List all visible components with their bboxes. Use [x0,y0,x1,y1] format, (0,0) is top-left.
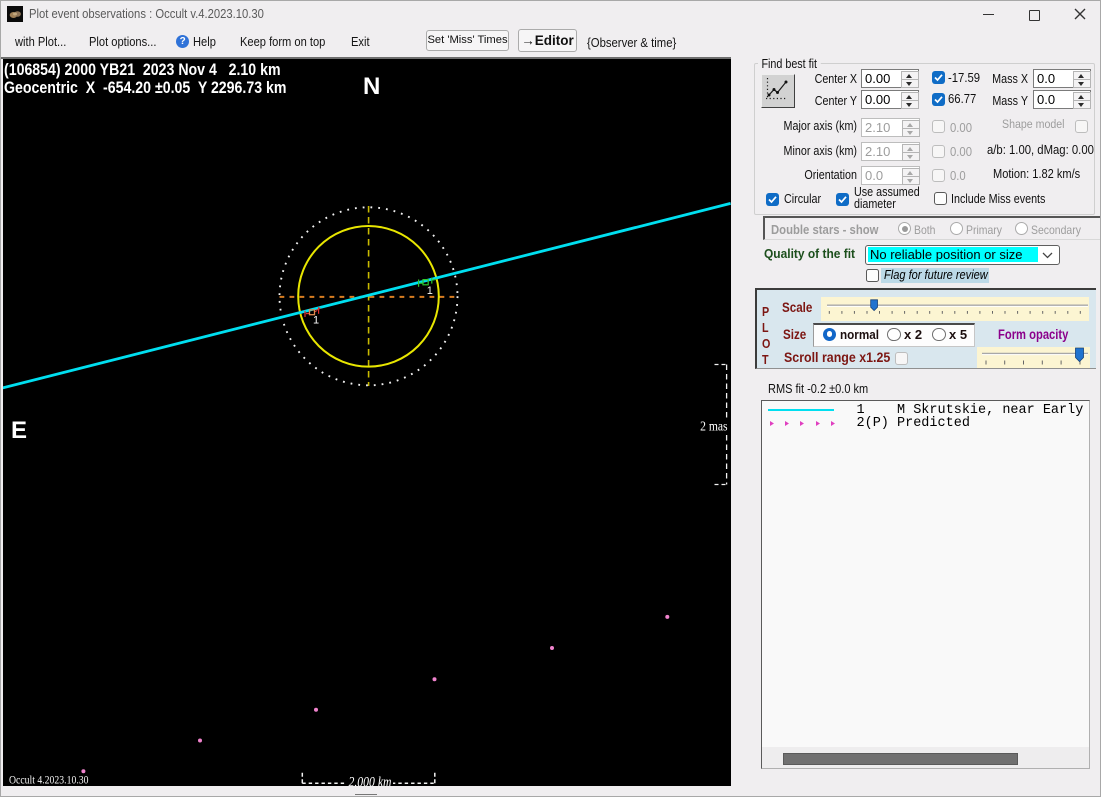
svg-text:1: 1 [313,314,319,326]
svg-text:1: 1 [427,285,433,297]
svg-text:Occult 4.2023.10.30: Occult 4.2023.10.30 [9,775,89,787]
svg-text:2 mas: 2 mas [700,419,728,434]
svg-text:2.000 km: 2.000 km [349,774,392,786]
